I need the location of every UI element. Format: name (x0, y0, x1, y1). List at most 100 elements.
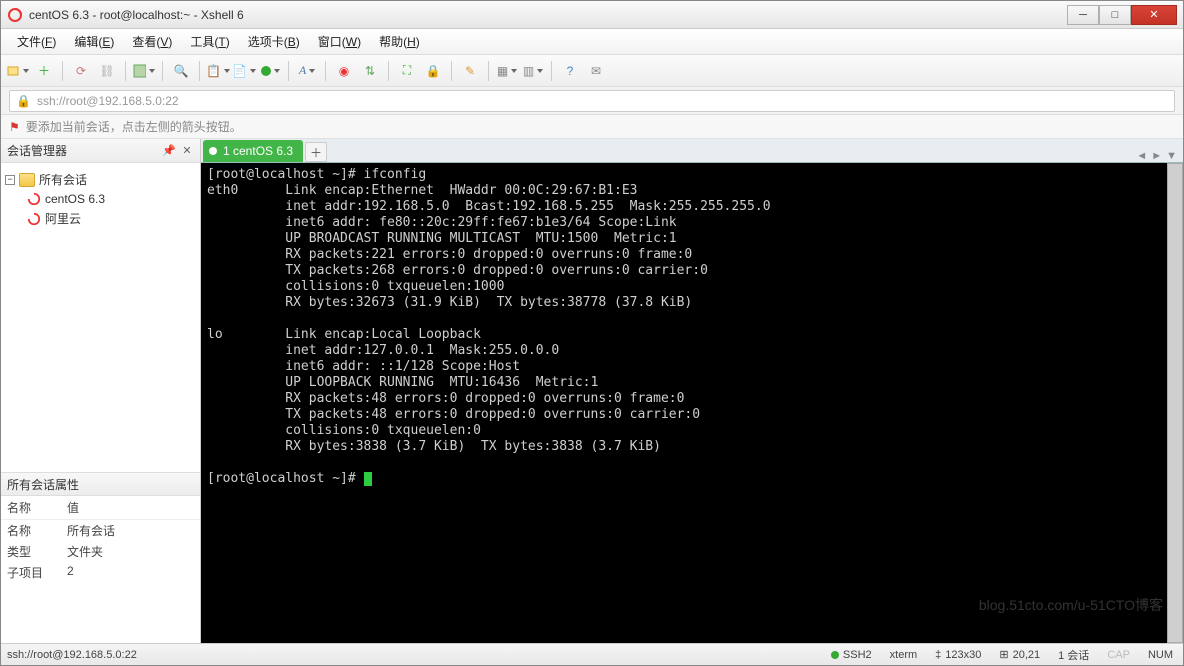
terminal[interactable]: [root@localhost ~]# ifconfig eth0 Link e… (201, 163, 1183, 643)
prop-header-name: 名称 (7, 499, 67, 516)
copy-button[interactable]: 📋 (207, 60, 229, 82)
sidebar-close-icon[interactable]: ✕ (180, 144, 194, 158)
xftp-button[interactable]: ⇅ (359, 60, 381, 82)
minimize-button[interactable]: ─ (1067, 5, 1099, 25)
session-icon (27, 212, 41, 226)
address-value: ssh://root@192.168.5.0:22 (37, 94, 179, 108)
watermark: blog.51cto.com/u-51CTO博客 (979, 597, 1163, 613)
address-bar: 🔒 ssh://root@192.168.5.0:22 (1, 87, 1183, 115)
sidebar: 会话管理器 📌 ✕ − 所有会话 centOS 6.3 阿里云 所有会话属性 名称 (1, 139, 201, 643)
paste-button[interactable]: 📄 (233, 60, 255, 82)
tree-root[interactable]: − 所有会话 (5, 169, 196, 190)
pin-icon[interactable]: 📌 (162, 144, 176, 158)
help-button[interactable]: ? (559, 60, 581, 82)
menu-f[interactable]: 文件(F) (9, 30, 64, 53)
body: 会话管理器 📌 ✕ − 所有会话 centOS 6.3 阿里云 所有会话属性 名称 (1, 139, 1183, 643)
property-row: 类型文件夹 (1, 541, 200, 562)
sidebar-title: 会话管理器 (7, 142, 67, 159)
property-row: 子项目2 (1, 562, 200, 583)
prop-header-value: 值 (67, 499, 79, 516)
tab-menu-icon[interactable]: ▼ (1166, 150, 1177, 162)
tree-node[interactable]: centOS 6.3 (5, 190, 196, 208)
reconnect-button[interactable]: ⟳ (70, 60, 92, 82)
menu-v[interactable]: 查看(V) (124, 30, 180, 53)
compose-button[interactable]: ✉ (585, 60, 607, 82)
color-button[interactable] (259, 60, 281, 82)
menu-e[interactable]: 编辑(E) (66, 30, 122, 53)
properties-header: 名称 值 (1, 496, 200, 520)
menu-b[interactable]: 选项卡(B) (240, 30, 308, 53)
folder-icon (19, 173, 35, 187)
maximize-button[interactable]: □ (1099, 5, 1131, 25)
xagent-button[interactable]: ◉ (333, 60, 355, 82)
close-button[interactable]: ✕ (1131, 5, 1177, 25)
properties-title-bar: 所有会话属性 (1, 472, 200, 496)
tab-label: 1 centOS 6.3 (223, 144, 293, 158)
menu-w[interactable]: 窗口(W) (310, 30, 369, 53)
main-area: 1 centOS 6.3 ＋ ◄ ► ▼ [root@localhost ~]#… (201, 139, 1183, 643)
font-button[interactable]: A (296, 60, 318, 82)
status-pos: ⊞ 20,21 (995, 648, 1044, 661)
status-term: xterm (886, 649, 922, 661)
status-cap: CAP (1103, 649, 1134, 661)
prop-value: 文件夹 (67, 543, 103, 560)
highlight-button[interactable]: ✎ (459, 60, 481, 82)
tab-next-icon[interactable]: ► (1151, 150, 1162, 162)
collapse-icon[interactable]: − (5, 175, 15, 185)
lock-icon: 🔒 (16, 94, 31, 108)
status-address: ssh://root@192.168.5.0:22 (7, 649, 137, 661)
search-button[interactable]: 🔍 (170, 60, 192, 82)
new-session-button[interactable] (7, 60, 29, 82)
menubar: 文件(F)编辑(E)查看(V)工具(T)选项卡(B)窗口(W)帮助(H) (1, 29, 1183, 55)
prop-key: 名称 (7, 522, 67, 539)
hint-text: 要添加当前会话，点击左侧的箭头按钮。 (26, 118, 242, 135)
disconnect-button[interactable]: ⛓ (96, 60, 118, 82)
flag-icon: ⚑ (9, 120, 20, 134)
prop-value: 2 (67, 564, 74, 581)
app-window: centOS 6.3 - root@localhost:~ - Xshell 6… (0, 0, 1184, 666)
session-icon (27, 192, 41, 206)
lock-button[interactable]: 🔒 (422, 60, 444, 82)
tab-prev-icon[interactable]: ◄ (1136, 150, 1147, 162)
prop-key: 子项目 (7, 564, 67, 581)
address-input[interactable]: 🔒 ssh://root@192.168.5.0:22 (9, 90, 1175, 112)
tab-strip: 1 centOS 6.3 ＋ ◄ ► ▼ (201, 139, 1183, 163)
prop-key: 类型 (7, 543, 67, 560)
hint-bar: ⚑ 要添加当前会话，点击左侧的箭头按钮。 (1, 115, 1183, 139)
terminal-scrollbar-thumb[interactable] (1167, 163, 1183, 643)
tree-node-label: 阿里云 (45, 210, 81, 227)
prop-value: 所有会话 (67, 522, 115, 539)
app-icon (7, 7, 23, 23)
cursor (364, 472, 372, 486)
add-button[interactable]: ＋ (33, 60, 55, 82)
session-tree: − 所有会话 centOS 6.3 阿里云 (1, 163, 200, 472)
tree-node[interactable]: 阿里云 (5, 208, 196, 229)
tab-add-button[interactable]: ＋ (305, 142, 327, 162)
properties-button[interactable] (133, 60, 155, 82)
status-sessions: 1 会话 (1054, 647, 1093, 663)
tab-status-icon (209, 147, 217, 155)
toolbar: ＋ ⟳ ⛓ 🔍 📋 📄 A ◉ ⇅ ⛶ 🔒 ✎ ▦ ▥ ? ✉ (1, 55, 1183, 87)
status-num: NUM (1144, 649, 1177, 661)
split-button[interactable]: ▥ (522, 60, 544, 82)
terminal-scrollbar[interactable] (1167, 163, 1183, 643)
window-controls: ─ □ ✕ (1067, 5, 1177, 25)
tab-nav: ◄ ► ▼ (1136, 150, 1183, 162)
layout-button[interactable]: ▦ (496, 60, 518, 82)
properties-title: 所有会话属性 (7, 476, 79, 493)
status-size: ‡ 123x30 (931, 649, 985, 661)
fullscreen-button[interactable]: ⛶ (396, 60, 418, 82)
status-ssh: SSH2 (827, 649, 876, 661)
titlebar[interactable]: centOS 6.3 - root@localhost:~ - Xshell 6… (1, 1, 1183, 29)
sidebar-title-bar: 会话管理器 📌 ✕ (1, 139, 200, 163)
menu-h[interactable]: 帮助(H) (371, 30, 428, 53)
tree-root-label: 所有会话 (39, 171, 87, 188)
menu-t[interactable]: 工具(T) (182, 30, 237, 53)
status-dot-icon (831, 651, 839, 659)
terminal-output: [root@localhost ~]# ifconfig eth0 Link e… (207, 167, 1177, 487)
tree-node-label: centOS 6.3 (45, 192, 105, 206)
property-row: 名称所有会话 (1, 520, 200, 541)
window-title: centOS 6.3 - root@localhost:~ - Xshell 6 (29, 8, 1067, 22)
status-bar: ssh://root@192.168.5.0:22 SSH2 xterm ‡ 1… (1, 643, 1183, 665)
tab-active[interactable]: 1 centOS 6.3 (203, 140, 303, 162)
